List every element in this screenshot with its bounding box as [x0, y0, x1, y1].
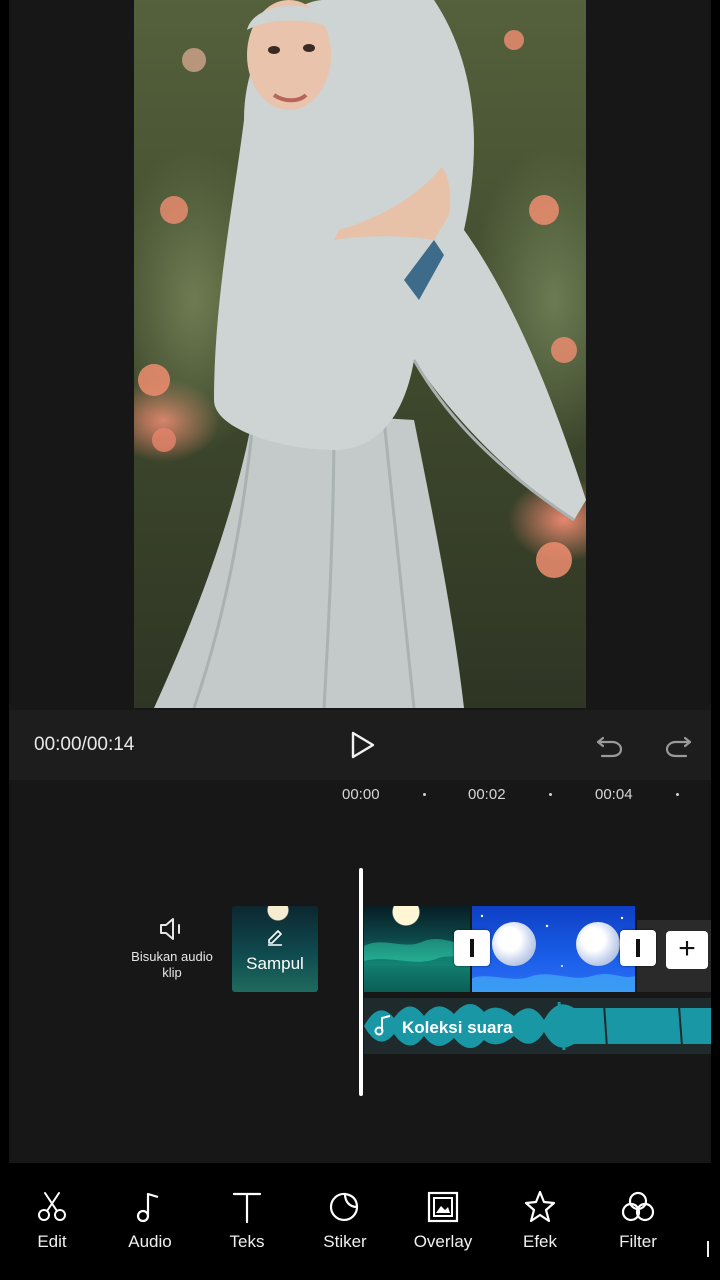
ruler-dot: [549, 793, 552, 796]
cover-thumbnail[interactable]: Sampul: [232, 906, 318, 992]
mute-label: Bisukan audio klip: [131, 949, 213, 980]
tool-filter[interactable]: Filter: [593, 1189, 683, 1252]
audio-track-label: Koleksi suara: [402, 1018, 513, 1037]
transition-button[interactable]: [454, 930, 490, 966]
filter-icon: [621, 1191, 655, 1222]
bottom-toolbar: Edit Audio Teks Stiker Overlay Efek Filt…: [0, 1163, 720, 1280]
ruler-dot: [676, 793, 679, 796]
ruler-tick: 00:02: [468, 786, 506, 803]
more-tools-indicator: [707, 1241, 709, 1257]
tool-label: Filter: [619, 1232, 657, 1251]
audio-track[interactable]: Koleksi suara: [364, 998, 711, 1054]
add-clip-button[interactable]: +: [666, 931, 708, 969]
music-note-icon: [374, 1015, 391, 1036]
text-icon: [232, 1192, 262, 1224]
tool-label: Stiker: [323, 1232, 367, 1251]
tool-label: Edit: [37, 1232, 67, 1251]
playback-controls-bar: 00:00/00:14: [9, 710, 711, 780]
speaker-icon: [160, 918, 180, 940]
tool-label: Teks: [229, 1232, 265, 1251]
tool-label: Audio: [128, 1232, 172, 1251]
ruler-dot: [423, 793, 426, 796]
time-readout: 00:00/00:14: [34, 734, 135, 755]
tool-label: Efek: [522, 1232, 558, 1251]
mute-clip-audio-button[interactable]: Bisukan audio klip: [120, 915, 224, 981]
tool-edit[interactable]: Edit: [7, 1189, 97, 1252]
tool-overlay[interactable]: Overlay: [398, 1189, 488, 1252]
redo-icon[interactable]: [664, 730, 694, 760]
play-icon[interactable]: [345, 728, 379, 762]
effects-star-icon: [524, 1190, 556, 1223]
overlay-icon: [427, 1191, 459, 1223]
sticker-icon: [329, 1192, 359, 1222]
ruler-tick: 00:04: [595, 786, 633, 803]
music-note-icon: [136, 1192, 159, 1223]
playhead[interactable]: [359, 868, 363, 1096]
video-clip[interactable]: [472, 906, 635, 992]
undo-icon[interactable]: [594, 730, 624, 760]
tool-effects[interactable]: Efek: [495, 1189, 585, 1252]
scissors-icon: [38, 1192, 66, 1221]
pencil-icon: [268, 930, 282, 946]
transition-button[interactable]: [620, 930, 656, 966]
ruler-tick: 00:00: [342, 786, 380, 803]
video-preview[interactable]: [134, 0, 586, 708]
tool-label: Overlay: [413, 1232, 473, 1251]
preview-image: [138, 0, 586, 708]
clip-thumbnail: [472, 914, 635, 992]
cover-label: Sampul: [246, 954, 304, 973]
tool-sticker[interactable]: Stiker: [300, 1189, 390, 1252]
tool-text[interactable]: Teks: [202, 1189, 292, 1252]
tool-audio[interactable]: Audio: [105, 1189, 195, 1252]
